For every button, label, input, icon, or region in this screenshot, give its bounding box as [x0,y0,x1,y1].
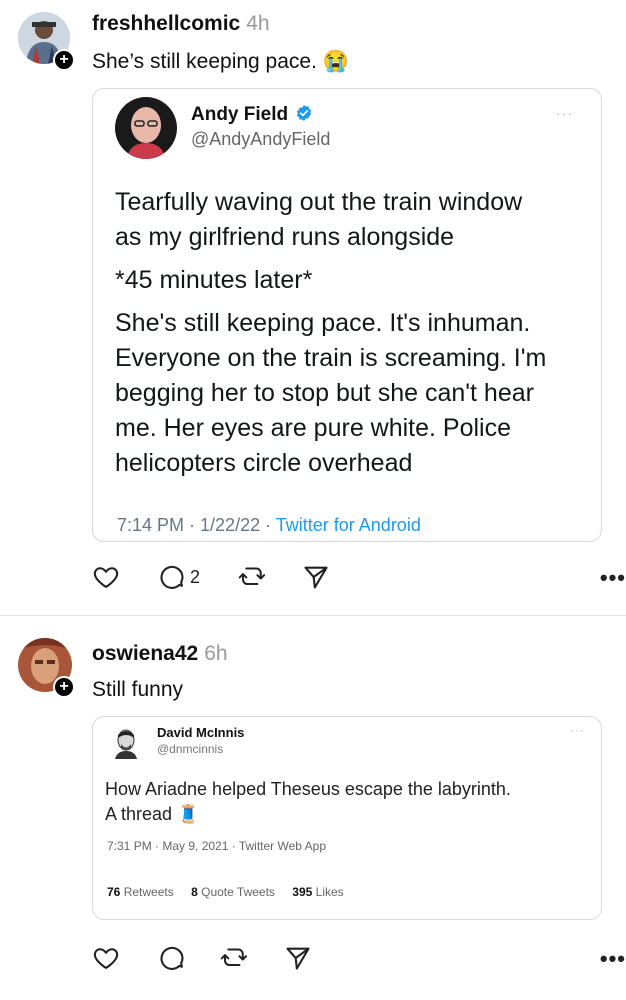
quotes-label: Quote Tweets [201,885,275,899]
quoted-author-name[interactable]: Andy Field [191,104,313,126]
thread-spool-icon: 🧵 [177,804,200,824]
repost-button[interactable] [220,944,248,974]
tweet-line-text: A thread [105,804,173,824]
post-actions: ••• [92,944,626,976]
comment-icon [160,565,184,589]
quoted-tweet-stats: 76 Retweets 8 Quote Tweets 395 Likes [107,885,358,899]
tweet-line: as my girlfriend runs alongside [115,223,455,251]
likes-stat[interactable]: 395 Likes [292,885,343,899]
quoted-author-handle[interactable]: @AndyAndyField [191,129,330,150]
quotes-count: 8 [191,885,198,899]
quoted-author-handle[interactable]: @dnmcinnis [157,742,223,756]
follow-button[interactable]: + [53,676,75,698]
quoted-author-avatar[interactable] [109,725,143,759]
tweet-line: me. Her eyes are pure white. Police [115,414,512,442]
quoted-tweet-card[interactable]: Andy Field @AndyAndyField ··· Tearfully … [92,88,602,542]
repost-button[interactable] [238,563,266,593]
share-button[interactable] [302,563,330,593]
heart-icon [93,948,119,969]
quoted-author-name[interactable]: David McInnis [157,725,244,740]
crying-emoji-icon: 😭 [322,50,349,73]
share-icon [304,566,328,589]
card-more-options[interactable]: ··· [570,723,585,737]
heart-icon [93,567,119,588]
card-more-options[interactable]: ··· [556,105,573,121]
retweets-stat[interactable]: 76 Retweets [107,885,174,899]
quoted-tweet-card[interactable]: David McInnis @dnmcinnis ··· How Ariadne… [92,716,602,920]
tweet-line: How Ariadne helped Theseus escape the la… [105,779,511,799]
tweet-line: A thread 🧵 [105,802,585,827]
post-caption: She’s still keeping pace. 😭 [92,50,349,74]
quoted-tweet-text: Tearfully waving out the train window as… [115,185,585,481]
quoted-tweet-text: How Ariadne helped Theseus escape the la… [105,777,585,827]
reply-button[interactable] [158,944,186,974]
quoted-tweet-source[interactable]: Twitter for Android [276,515,421,535]
quoted-author-avatar[interactable] [115,97,177,159]
like-button[interactable] [92,563,120,593]
post-overflow-menu[interactable]: ••• [600,565,626,591]
tweet-line: helicopters circle overhead [115,449,413,477]
retweets-count: 76 [107,885,121,899]
post-actions: 2 ••• [92,563,626,595]
post-time: 6h [204,642,228,665]
retweets-label: Retweets [123,885,174,899]
repost-icon [238,567,266,586]
tweet-line: begging her to stop but she can't hear [115,379,534,407]
post-caption: Still funny [92,678,184,701]
reply-button[interactable] [158,563,186,593]
repost-icon [220,948,248,967]
caption-text: She’s still keeping pace. [92,50,317,73]
username-text[interactable]: freshhellcomic [92,12,240,35]
quoted-tweet-meta: 7:31 PM · May 9, 2021 · Twitter Web App [107,839,326,853]
post-username[interactable]: freshhellcomic 4h [92,12,270,36]
verified-badge-icon [297,105,312,121]
comment-icon [160,946,184,970]
quoted-avatar-image [109,725,143,759]
tweet-line: *45 minutes later* [115,266,313,294]
reply-count: 2 [190,567,201,587]
post-freshhellcomic: + freshhellcomic 4h She’s still keeping p… [0,0,626,615]
likes-label: Likes [315,885,344,899]
quoted-avatar-image [115,97,177,159]
follow-button[interactable]: + [53,49,75,71]
post-oswiena42: + oswiena42 6h Still funny David McInnis … [0,616,626,1000]
post-username[interactable]: oswiena42 6h [92,642,228,666]
share-button[interactable] [284,944,312,974]
like-button[interactable] [92,944,120,974]
tweet-line: Everyone on the train is screaming. I'm [115,344,547,372]
tweet-line: She's still keeping pace. It's inhuman. [115,309,531,337]
post-time: 4h [246,12,270,35]
quoted-tweet-date: 7:14 PM · 1/22/22 · [117,515,276,535]
likes-count: 395 [292,885,313,899]
quoted-author-name-text[interactable]: Andy Field [191,104,288,125]
quote-tweets-stat[interactable]: 8 Quote Tweets [191,885,275,899]
post-overflow-menu[interactable]: ••• [600,946,626,972]
tweet-line: Tearfully waving out the train window [115,188,523,216]
quoted-tweet-meta: 7:14 PM · 1/22/22 · Twitter for Android [117,515,421,536]
share-icon [286,947,310,970]
username-text[interactable]: oswiena42 [92,642,198,665]
